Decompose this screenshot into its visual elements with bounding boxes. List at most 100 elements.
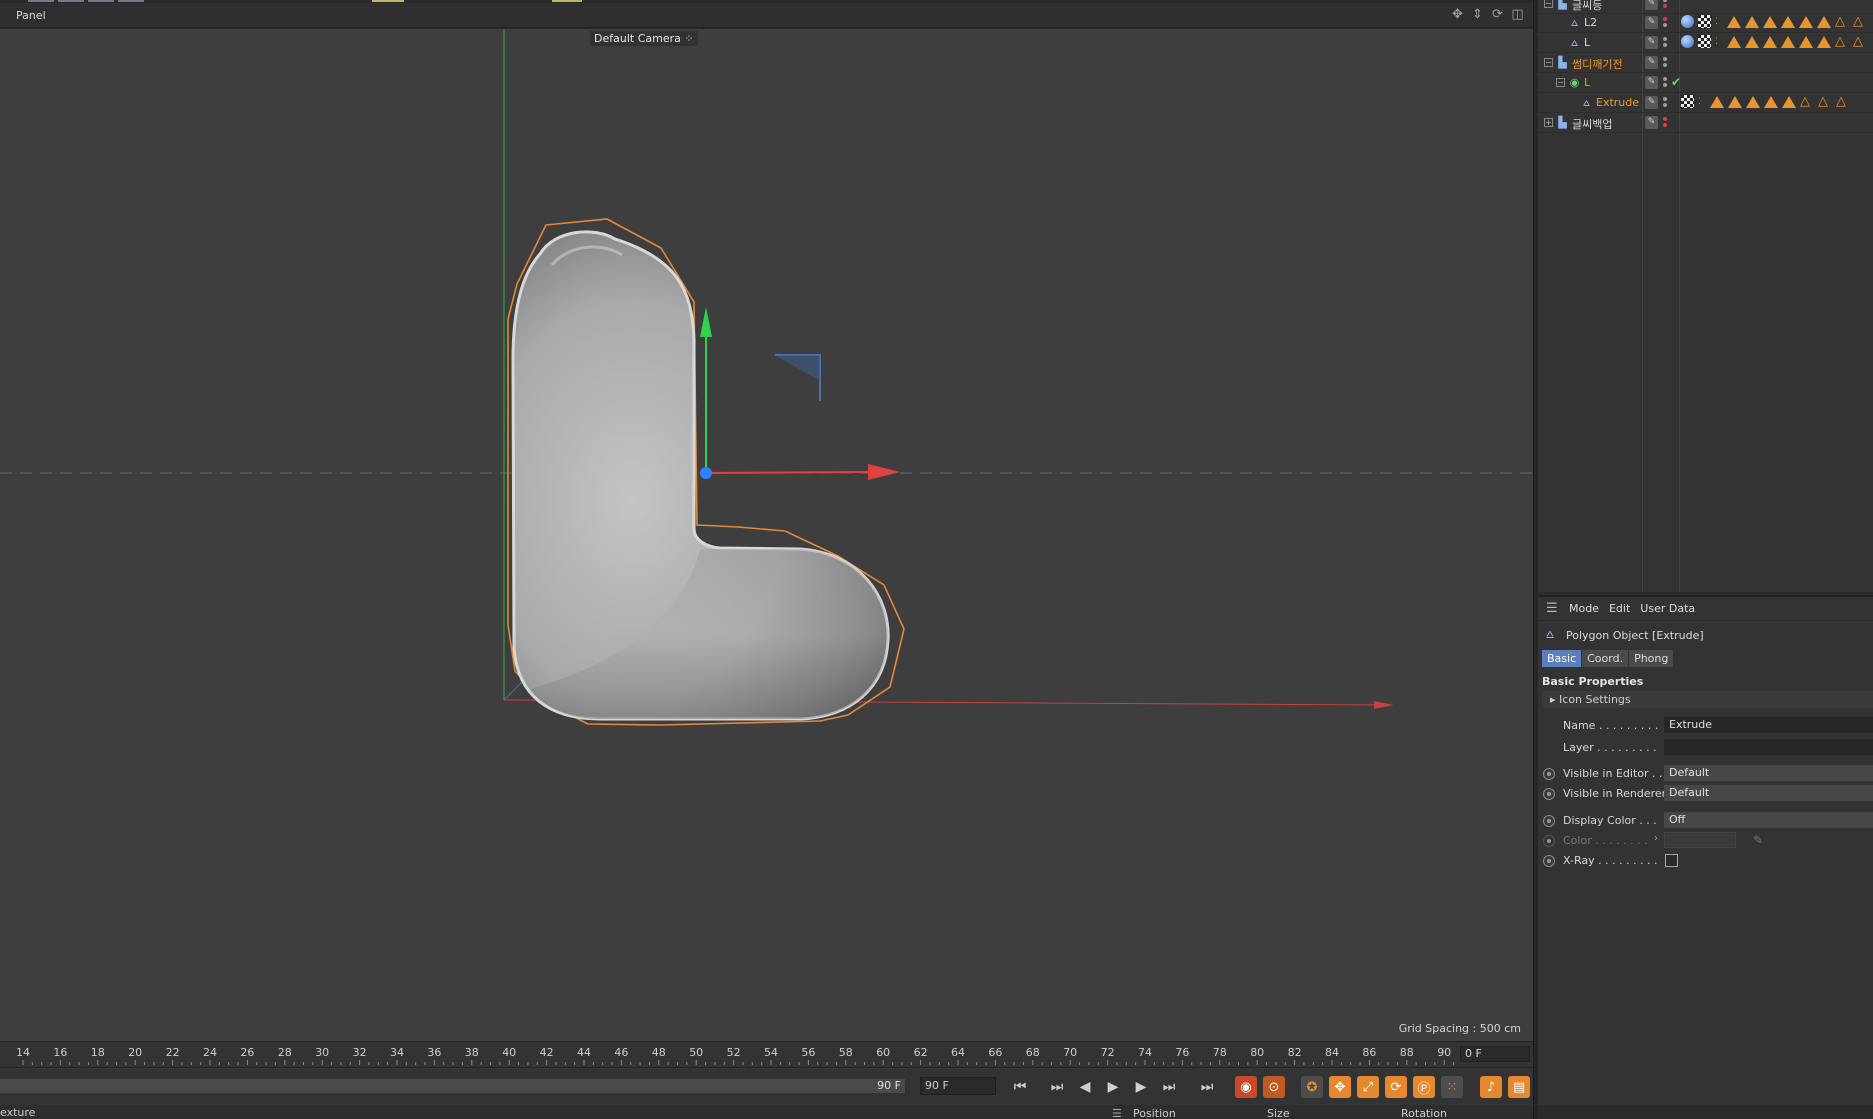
play-button[interactable]: ▶ <box>1102 1076 1124 1098</box>
visibility-dots[interactable] <box>1662 15 1668 31</box>
current-frame-field[interactable]: 0 F <box>1460 1046 1530 1062</box>
xray-checkbox[interactable] <box>1665 854 1678 867</box>
section-title: Basic Properties <box>1542 675 1644 688</box>
menu-user-data[interactable]: User Data <box>1640 602 1695 615</box>
visible-renderer-select[interactable]: Default <box>1664 785 1873 801</box>
expand-toggle[interactable]: − <box>1544 58 1553 67</box>
menu-icon[interactable]: ☰ <box>1546 601 1559 616</box>
object-row[interactable]: ⩟ Extrude ✎ ⁚ <box>1538 93 1873 113</box>
record-parameter-button[interactable]: Ⓟ <box>1413 1076 1435 1098</box>
animate-radio[interactable] <box>1543 768 1555 780</box>
editable-icon[interactable]: ✎ <box>1645 116 1658 129</box>
menu-mode[interactable]: Mode <box>1569 602 1599 615</box>
display-color-select[interactable]: Off <box>1664 812 1873 828</box>
tag-list[interactable]: ⁚ <box>1681 35 1867 48</box>
coord-header-size: Size <box>1267 1107 1290 1119</box>
expand-toggle[interactable]: − <box>1556 78 1565 87</box>
record-button[interactable]: ◉ <box>1235 1076 1257 1098</box>
object-manager[interactable]: − ▙ 글씨등 ✎ ⩟ L2 ✎ ⁚ ⩟ L ✎ <box>1538 0 1873 592</box>
name-field[interactable]: Extrude <box>1664 717 1873 733</box>
visibility-dots[interactable] <box>1662 0 1668 12</box>
expand-toggle[interactable]: − <box>1544 0 1553 8</box>
go-to-start-button[interactable]: ⏮ <box>1009 1076 1031 1098</box>
tab-coord[interactable]: Coord. <box>1582 650 1629 667</box>
animate-radio[interactable] <box>1543 788 1555 800</box>
animate-radio[interactable] <box>1543 855 1555 867</box>
animate-radio[interactable] <box>1543 815 1555 827</box>
color-swatch[interactable] <box>1664 832 1736 848</box>
rotate-view-icon[interactable]: ⟳ <box>1490 7 1505 22</box>
enabled-check-icon[interactable]: ✔ <box>1671 75 1681 89</box>
prev-key-button[interactable]: ⏭ <box>1046 1076 1068 1098</box>
layer-field[interactable] <box>1664 739 1873 755</box>
timeline-tick-label: 66 <box>988 1046 1003 1059</box>
autokey-button[interactable]: ⊙ <box>1263 1076 1285 1098</box>
chevron-right-icon[interactable]: › <box>1654 833 1658 844</box>
viewport-nav-icons: ✥ ⇕ ⟳ ◫ <box>1450 7 1525 22</box>
object-row[interactable]: − ▙ 썸디깨기전 ✎ <box>1538 53 1873 73</box>
material-tag-icon <box>1681 35 1694 48</box>
end-frame-field[interactable]: 90 F <box>920 1077 996 1095</box>
menu-edit[interactable]: Edit <box>1609 602 1630 615</box>
editable-icon[interactable]: ✎ <box>1645 56 1658 69</box>
prev-frame-button[interactable]: ◀ <box>1074 1076 1096 1098</box>
coord-header-rotation: Rotation <box>1401 1107 1448 1119</box>
tab-phong[interactable]: Phong <box>1629 650 1674 667</box>
timeline-ruler[interactable]: 14 16 18 20 22 24 26 28 30 32 34 36 38 40 42 44 46 48 50 52… <box>0 1041 1533 1067</box>
object-row[interactable]: − ◉ L ✎ ✔ <box>1538 73 1873 93</box>
icon-settings-group[interactable]: ▸ Icon Settings <box>1542 691 1873 708</box>
record-scale-button[interactable]: ⤢ <box>1357 1076 1379 1098</box>
eyedropper-icon[interactable]: ✎ <box>1753 833 1763 847</box>
timeline-tick-label: 56 <box>801 1046 816 1059</box>
object-row[interactable]: ⩟ L ✎ ⁚ <box>1538 33 1873 53</box>
tag-list[interactable]: ⁚ <box>1681 15 1867 28</box>
interpolation-button[interactable]: ♪ <box>1480 1076 1502 1098</box>
generator-icon: ◉ <box>1569 76 1580 89</box>
timeline-tick-label: 14 <box>16 1046 30 1059</box>
timeline-tick-label: 16 <box>53 1046 68 1059</box>
object-row[interactable]: + ▙ 글씨백업 ✎ <box>1538 113 1873 133</box>
object-row[interactable]: ⩟ L2 ✎ ⁚ <box>1538 13 1873 33</box>
3d-viewport[interactable]: Default Camera ⁘ Grid Spacing : 500 cm <box>0 29 1533 1041</box>
editable-icon[interactable]: ✎ <box>1645 36 1658 49</box>
camera-label[interactable]: Default Camera ⁘ <box>590 31 698 46</box>
timeline-window-button[interactable]: ▤ <box>1508 1076 1530 1098</box>
next-key-button[interactable]: ⏭ <box>1158 1076 1180 1098</box>
editable-icon[interactable]: ✎ <box>1645 76 1658 89</box>
tag-spark-icon: ⁚ <box>1715 16 1718 27</box>
visibility-dots[interactable] <box>1662 115 1668 131</box>
visibility-dots[interactable] <box>1662 95 1668 111</box>
coord-header-position: Position <box>1133 1107 1176 1119</box>
visibility-dots[interactable] <box>1662 35 1668 51</box>
next-frame-button[interactable]: ▶ <box>1130 1076 1152 1098</box>
grid-spacing-label: Grid Spacing : 500 cm <box>1398 1022 1521 1035</box>
panel-menu[interactable]: Panel <box>16 9 46 22</box>
maximize-view-icon[interactable]: ◫ <box>1510 7 1525 22</box>
expand-toggle[interactable]: + <box>1544 118 1553 127</box>
timeline-tick-label: 46 <box>614 1046 629 1059</box>
keyframe-selection-button[interactable]: ✪ <box>1301 1076 1323 1098</box>
selection-tag-icon <box>1745 15 1759 28</box>
object-row[interactable]: − ▙ 글씨등 ✎ <box>1538 0 1873 14</box>
go-to-end-button[interactable]: ⏭ <box>1196 1076 1218 1098</box>
range-scrubber[interactable]: 90 F <box>0 1079 905 1093</box>
record-position-button[interactable]: ✥ <box>1329 1076 1351 1098</box>
visibility-dots[interactable] <box>1662 55 1668 71</box>
status-bar: exture ☰ Position Size Rotation <box>0 1105 1533 1119</box>
record-rotation-button[interactable]: ⟳ <box>1385 1076 1407 1098</box>
editable-icon[interactable]: ✎ <box>1645 0 1658 10</box>
editable-icon[interactable]: ✎ <box>1645 16 1658 29</box>
record-pla-button[interactable]: ⁙ <box>1441 1076 1463 1098</box>
visibility-dots[interactable] <box>1662 75 1668 91</box>
selection-tag-icon <box>1727 35 1741 48</box>
scrub-end-label: 90 F <box>877 1079 901 1092</box>
tag-spark-icon: ⁚ <box>1698 96 1701 107</box>
visible-editor-select[interactable]: Default <box>1664 765 1873 781</box>
polygon-icon: ⩟ <box>1546 627 1554 642</box>
tab-basic[interactable]: Basic <box>1542 650 1582 667</box>
editable-icon[interactable]: ✎ <box>1645 96 1658 109</box>
texture-tag-icon <box>1698 35 1711 48</box>
tag-list[interactable]: ⁚ <box>1681 95 1850 108</box>
move-view-icon[interactable]: ✥ <box>1450 7 1465 22</box>
zoom-view-icon[interactable]: ⇕ <box>1470 7 1485 22</box>
